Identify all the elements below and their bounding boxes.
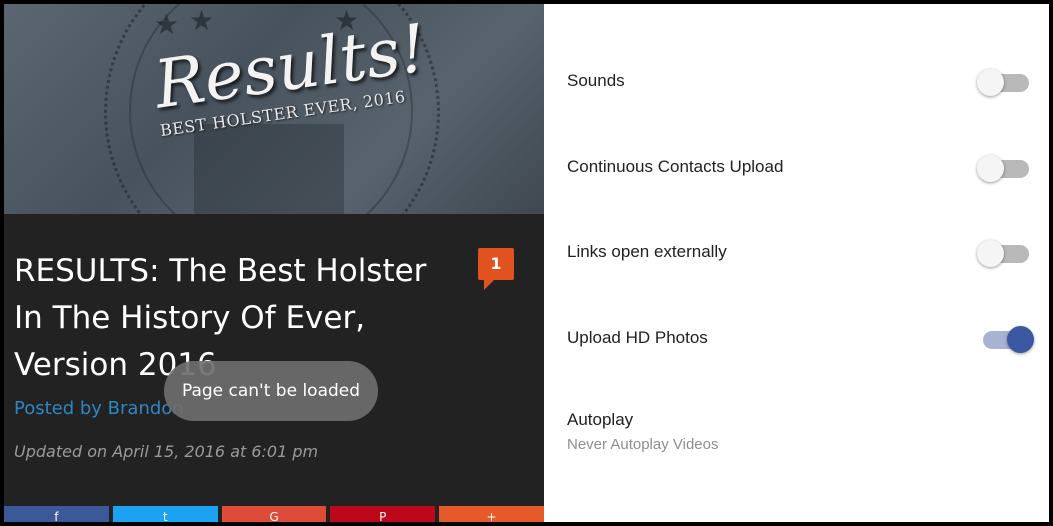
autoplay-value: Never Autoplay Videos [567, 436, 719, 453]
hero-holster-graphic [194, 124, 344, 214]
setting-label: Links open externally [567, 242, 727, 261]
comment-count: 1 [490, 254, 502, 273]
facebook-share-button[interactable]: f [4, 506, 109, 522]
article-byline[interactable]: Posted by Brandon [14, 398, 184, 419]
google-plus-share-button[interactable]: G [221, 506, 327, 522]
links-open-externally-toggle[interactable] [977, 237, 1033, 267]
toast-message: Page can't be loaded [164, 361, 378, 421]
more-share-button[interactable]: + [439, 506, 544, 522]
toggle-thumb [977, 240, 1004, 267]
star-icon: ★ [154, 8, 180, 41]
toggle-thumb [977, 69, 1004, 96]
settings-pane: Sounds Continuous Contacts Upload Links … [544, 4, 1049, 522]
star-icon: ★ [189, 4, 215, 37]
comment-count-badge[interactable]: 1 [478, 248, 514, 290]
article-updated-date: Updated on April 15, 2016 at 6:01 pm [14, 442, 319, 461]
share-icon: + [486, 510, 497, 522]
google-plus-icon: G [269, 510, 279, 522]
twitter-share-button[interactable]: t [112, 506, 218, 522]
toggle-thumb [1007, 326, 1034, 353]
setting-links-open-externally[interactable]: Links open externally [544, 222, 1049, 282]
article-pane: ★ ★ ★ Results! BEST HOLSTER EVER, 2016 R… [4, 4, 544, 522]
autoplay-title: Autoplay [567, 410, 634, 429]
setting-upload-hd-photos[interactable]: Upload HD Photos [544, 308, 1049, 368]
screen: ★ ★ ★ Results! BEST HOLSTER EVER, 2016 R… [4, 4, 1049, 522]
setting-sounds[interactable]: Sounds [544, 51, 1049, 111]
setting-label: Upload HD Photos [567, 328, 708, 347]
twitter-icon: t [162, 510, 168, 522]
upload-hd-photos-toggle[interactable] [977, 323, 1034, 353]
pinterest-icon: P [379, 510, 387, 522]
setting-label: Continuous Contacts Upload [567, 157, 784, 176]
setting-label: Sounds [567, 71, 625, 90]
share-buttons-row: f t G P + [4, 506, 544, 522]
article-hero-image: ★ ★ ★ Results! BEST HOLSTER EVER, 2016 [4, 4, 544, 214]
continuous-contacts-upload-toggle[interactable] [977, 152, 1033, 182]
setting-continuous-contacts-upload[interactable]: Continuous Contacts Upload [544, 137, 1049, 197]
facebook-icon: f [54, 510, 59, 522]
pinterest-share-button[interactable]: P [330, 506, 436, 522]
sounds-toggle[interactable] [977, 66, 1033, 96]
toggle-thumb [977, 155, 1004, 182]
